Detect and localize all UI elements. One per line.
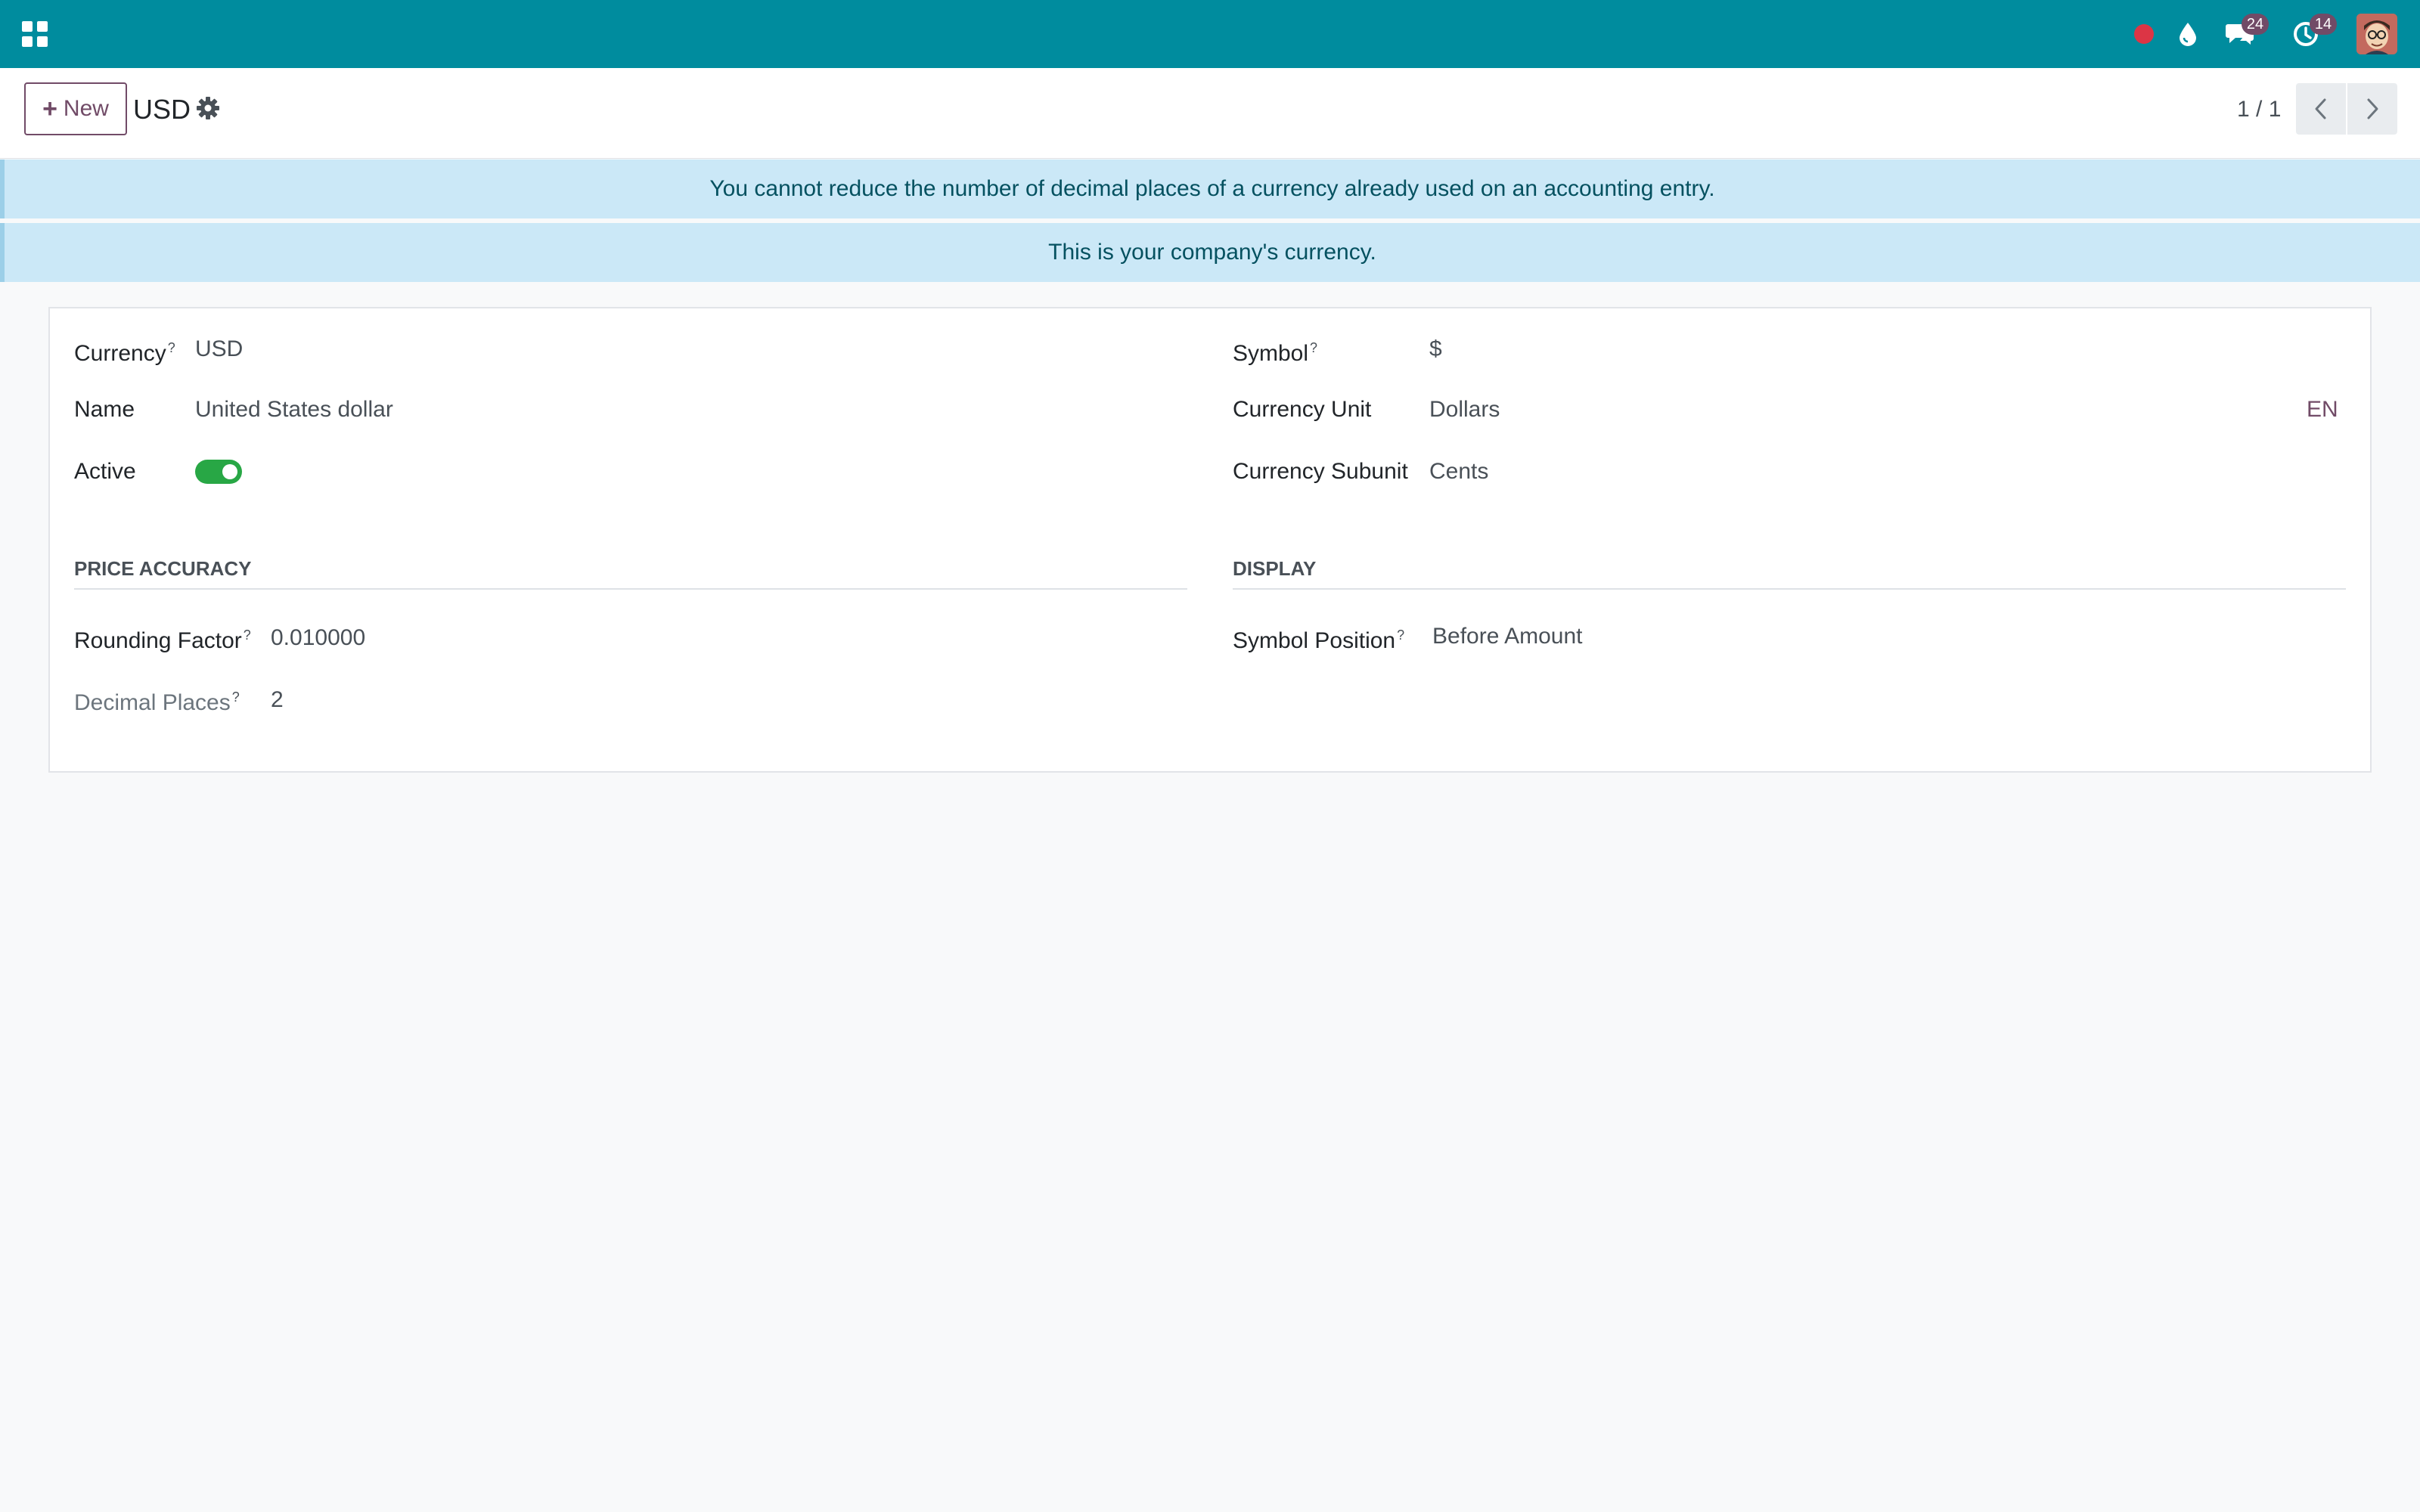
chevron-right-icon [2367, 98, 2378, 119]
chevron-left-icon [2315, 98, 2326, 119]
user-avatar-icon[interactable] [2356, 14, 2397, 54]
droplet-icon[interactable] [2178, 0, 2198, 68]
name-label: Name [74, 397, 135, 422]
active-toggle[interactable] [195, 460, 242, 484]
symbol-position-select[interactable]: Before Amount [1432, 621, 1582, 652]
name-field[interactable]: United States dollar [195, 395, 393, 425]
top-navbar: 24 14 [0, 0, 2420, 68]
currency-unit-field[interactable]: Dollars [1429, 395, 1500, 425]
pager-previous-button[interactable] [2296, 83, 2346, 135]
chat-bubbles-icon[interactable]: 24 [2225, 0, 2269, 68]
rounding-factor-help-icon[interactable]: ? [244, 627, 251, 643]
active-label: Active [74, 459, 136, 484]
gear-icon[interactable] [195, 95, 221, 121]
pager-next-button[interactable] [2347, 83, 2397, 135]
currency-help-icon[interactable]: ? [168, 340, 175, 355]
activity-count-badge: 14 [2310, 14, 2337, 35]
translate-language-button[interactable]: EN [2307, 395, 2338, 425]
decimal-places-label: Decimal Places? [74, 689, 240, 715]
currency-subunit-label: Currency Subunit [1233, 459, 1408, 484]
currency-field[interactable]: USD [195, 334, 243, 364]
price-accuracy-section-title: PRICE ACCURACY [74, 553, 1187, 590]
form-sheet: Currency? USD Name United States dollar … [48, 307, 2372, 773]
systray: 24 14 [2134, 0, 2397, 68]
rounding-factor-field[interactable]: 0.010000 [271, 623, 365, 653]
breadcrumb-record-title: USD [133, 94, 191, 125]
symbol-position-label: Symbol Position? [1233, 627, 1405, 653]
symbol-label: Symbol? [1233, 340, 1318, 366]
apps-grid-icon[interactable] [21, 20, 48, 48]
symbol-position-help-icon[interactable]: ? [1397, 627, 1404, 643]
rounding-factor-label: Rounding Factor? [74, 627, 251, 653]
symbol-field[interactable]: $ [1429, 334, 1442, 364]
clock-icon[interactable]: 14 [2293, 0, 2337, 68]
new-button-label: New [63, 96, 109, 121]
symbol-help-icon[interactable]: ? [1310, 340, 1317, 355]
pager-value[interactable]: 1 / 1 [2237, 91, 2281, 129]
decimal-places-field: 2 [271, 687, 284, 712]
currency-unit-label: Currency Unit [1233, 397, 1372, 422]
record-dot-icon[interactable] [2134, 0, 2178, 68]
control-panel: + New USD 1 / 1 [0, 68, 2420, 159]
decimal-places-alert: You cannot reduce the number of decimal … [0, 160, 2420, 218]
company-currency-alert: This is your company's currency. [0, 223, 2420, 282]
chat-count-badge: 24 [2242, 14, 2269, 35]
currency-subunit-field[interactable]: Cents [1429, 457, 1488, 487]
plus-icon: + [42, 94, 57, 123]
decimal-places-help-icon[interactable]: ? [232, 689, 240, 705]
new-button[interactable]: + New [24, 82, 127, 135]
display-section-title: DISPLAY [1233, 553, 2346, 590]
currency-label: Currency? [74, 340, 175, 366]
